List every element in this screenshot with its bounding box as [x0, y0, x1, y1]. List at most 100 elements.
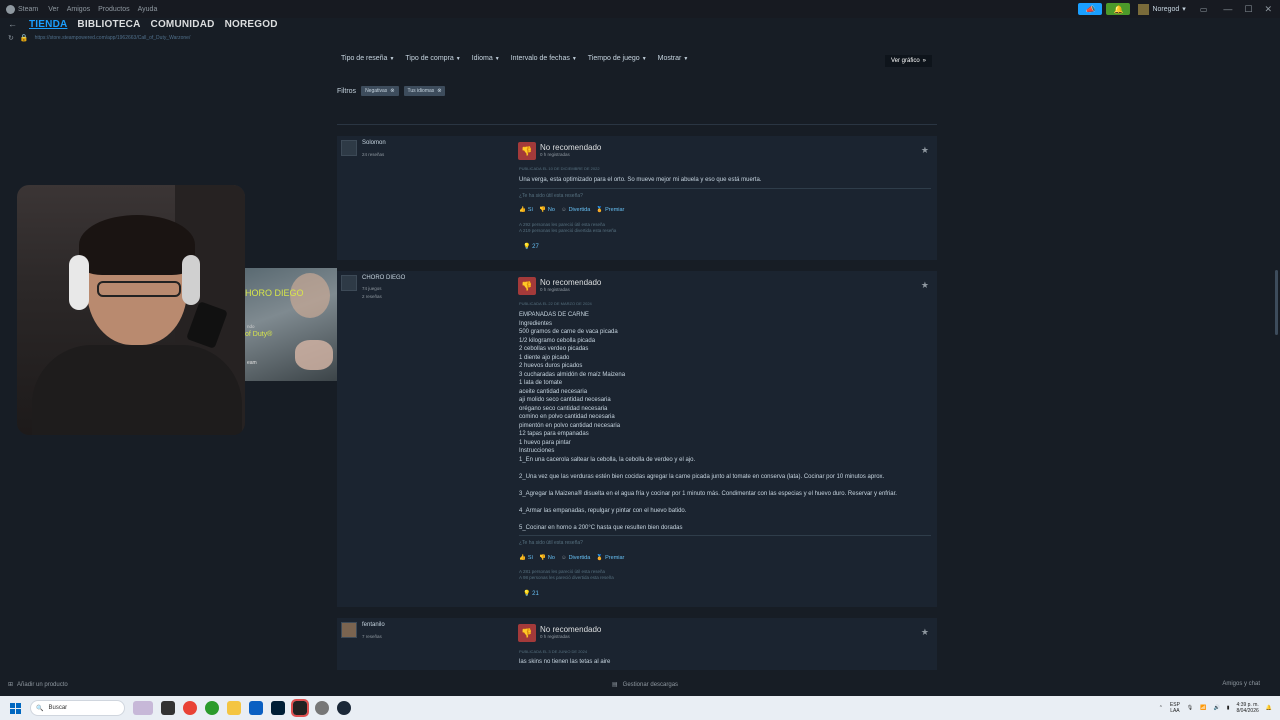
friends-chat-button[interactable]: Amigos y chat: [1222, 681, 1260, 687]
windows-start-icon[interactable]: [10, 702, 21, 714]
reviewer-name[interactable]: fentanilo: [362, 622, 385, 628]
wifi-icon[interactable]: 📶: [1200, 705, 1206, 711]
remove-icon: ⊗: [390, 88, 395, 94]
reviewer-name[interactable]: Solomon: [362, 140, 386, 146]
language-indicator[interactable]: ESP LAA: [1170, 702, 1180, 714]
filter-playtime[interactable]: Tiempo de juego ▼: [588, 55, 647, 62]
review-body: las skins no tienen las tetas al aire: [519, 659, 611, 665]
steam-logo-icon: [6, 4, 15, 14]
chrome-icon[interactable]: [183, 701, 197, 715]
reviewer-stats[interactable]: 7 reseñas: [362, 633, 382, 641]
menu-amigos[interactable]: Amigos: [67, 6, 90, 13]
steam-footer: ⊞ Añadir un producto ▤ Gestionar descargas…: [0, 676, 1280, 696]
view-graph-button[interactable]: Ver gráfico»: [885, 55, 932, 67]
folder-icon[interactable]: [227, 701, 241, 715]
reviewer-stats[interactable]: 24 reseñas: [362, 151, 384, 159]
vote-buttons: 👍 Sí 👎 No ☺ Divertida 🏅 Premiar: [519, 207, 624, 213]
vote-funny-button[interactable]: ☺ Divertida: [561, 555, 590, 561]
vscode-icon[interactable]: [249, 701, 263, 715]
vote-no-button[interactable]: 👎 No: [539, 555, 555, 561]
menu-ver[interactable]: Ver: [48, 6, 59, 13]
posted-date: PUBLICADA EL 3 DE JUNIO DE 2024: [519, 649, 588, 654]
hover-foot: eam: [247, 360, 257, 366]
steam-icon[interactable]: [337, 701, 351, 715]
task-view-icon[interactable]: [161, 701, 175, 715]
award-count[interactable]: 💡 21: [523, 590, 539, 597]
award-button[interactable]: 🏅 Premiar: [596, 207, 624, 213]
filter-purchase-type[interactable]: Tipo de compra ▼: [405, 55, 460, 62]
active-filters: Filtros Negativas ⊗ Tus idiomas ⊗: [337, 86, 446, 96]
xbox-icon[interactable]: [205, 701, 219, 715]
vote-yes-button[interactable]: 👍 Sí: [519, 555, 533, 561]
vote-no-button[interactable]: 👎 No: [539, 207, 555, 213]
filter-date-range[interactable]: Intervalo de fechas ▼: [511, 55, 577, 62]
review-verdict[interactable]: No recomendado: [540, 143, 601, 152]
tab-profile[interactable]: NOREGOD: [225, 19, 278, 30]
reviewer-name[interactable]: CHORO DIEGO: [362, 275, 405, 281]
award-icon: 🏅: [596, 555, 604, 561]
chevron-up-icon[interactable]: ⌃: [1159, 705, 1163, 711]
taskbar-search[interactable]: 🔍 Buscar: [30, 700, 125, 716]
volume-icon[interactable]: 🔊: [1214, 705, 1220, 711]
caret-icon: ▼: [683, 56, 689, 62]
divider: [519, 188, 931, 189]
filter-review-type[interactable]: Tipo de reseña ▼: [341, 55, 394, 62]
review-card: fentanilo 7 reseñas 👎 No recomendado 0 h…: [337, 618, 937, 670]
big-picture-icon[interactable]: ▭: [1200, 5, 1208, 14]
clock[interactable]: 4:39 p. m. 8/04/2026: [1237, 702, 1259, 714]
hover-game-name: of Duty®: [245, 331, 273, 338]
review-verdict[interactable]: No recomendado: [540, 625, 601, 634]
app-name[interactable]: Steam: [18, 6, 38, 13]
menu-productos[interactable]: Productos: [98, 6, 130, 13]
capcut-icon[interactable]: [291, 699, 309, 717]
mic-icon[interactable]: 🎙: [1187, 705, 1193, 711]
review-body: Una verga, esta optimizado para el orto.…: [519, 177, 762, 183]
announcements-icon[interactable]: 📣: [1078, 3, 1103, 15]
tab-tienda[interactable]: TIENDA: [29, 19, 67, 30]
close-icon[interactable]: ✕: [1264, 4, 1272, 15]
add-product-button[interactable]: ⊞ Añadir un producto: [8, 681, 68, 689]
chevron-down-icon: ▾: [1182, 6, 1186, 13]
vote-funny-button[interactable]: ☺ Divertida: [561, 207, 590, 213]
avatar[interactable]: [341, 140, 357, 156]
manage-downloads-button[interactable]: ▤ Gestionar descargas: [612, 681, 678, 689]
star-icon[interactable]: ★: [921, 280, 929, 291]
minimize-icon[interactable]: —: [1223, 4, 1232, 15]
star-icon[interactable]: ★: [921, 627, 929, 638]
helpful-count: A 281 personas les pareció útil esta res…: [519, 569, 614, 580]
url-text[interactable]: https://store.steampowered.com/app/19626…: [35, 35, 191, 41]
tab-biblioteca[interactable]: BIBLIOTECA: [77, 19, 140, 30]
url-bar: ↻ 🔒 https://store.steampowered.com/app/1…: [8, 34, 190, 42]
remove-icon: ⊗: [437, 88, 442, 94]
notifications-icon[interactable]: 🔔: [1106, 3, 1131, 15]
award-count[interactable]: 💡 27: [523, 243, 539, 250]
tab-comunidad[interactable]: COMUNIDAD: [151, 19, 215, 30]
vote-yes-button[interactable]: 👍 Sí: [519, 207, 533, 213]
caret-icon: ▼: [641, 56, 647, 62]
battery-icon[interactable]: ▮: [1227, 705, 1230, 711]
filter-chip-languages[interactable]: Tus idiomas ⊗: [403, 86, 446, 96]
filter-display[interactable]: Mostrar ▼: [658, 55, 689, 62]
back-arrow-icon[interactable]: ←: [8, 19, 17, 29]
widgets-icon[interactable]: [133, 701, 153, 715]
award-icon: 💡: [523, 591, 531, 597]
reviewer-stats[interactable]: 74 juegos 2 reseñas: [362, 285, 382, 301]
notification-bell-icon[interactable]: 🔔: [1266, 705, 1272, 711]
menu-ayuda[interactable]: Ayuda: [138, 6, 158, 13]
photoshop-icon[interactable]: [271, 701, 285, 715]
reload-icon[interactable]: ↻: [8, 34, 14, 42]
review-verdict[interactable]: No recomendado: [540, 278, 601, 287]
avatar[interactable]: [341, 275, 357, 291]
star-icon[interactable]: ★: [921, 145, 929, 156]
filter-language[interactable]: Idioma ▼: [472, 55, 500, 62]
maximize-icon[interactable]: ☐: [1244, 4, 1252, 15]
thumbs-down-icon: 👎: [539, 207, 546, 213]
thumbs-down-icon: 👎: [518, 142, 536, 160]
avatar: [1138, 3, 1150, 15]
award-button[interactable]: 🏅 Premiar: [596, 555, 624, 561]
settings-icon[interactable]: [315, 701, 329, 715]
avatar[interactable]: [341, 622, 357, 638]
user-menu[interactable]: Noregod ▾: [1138, 3, 1186, 15]
filter-chip-negative[interactable]: Negativas ⊗: [361, 86, 399, 96]
scrollbar[interactable]: [1275, 270, 1278, 335]
